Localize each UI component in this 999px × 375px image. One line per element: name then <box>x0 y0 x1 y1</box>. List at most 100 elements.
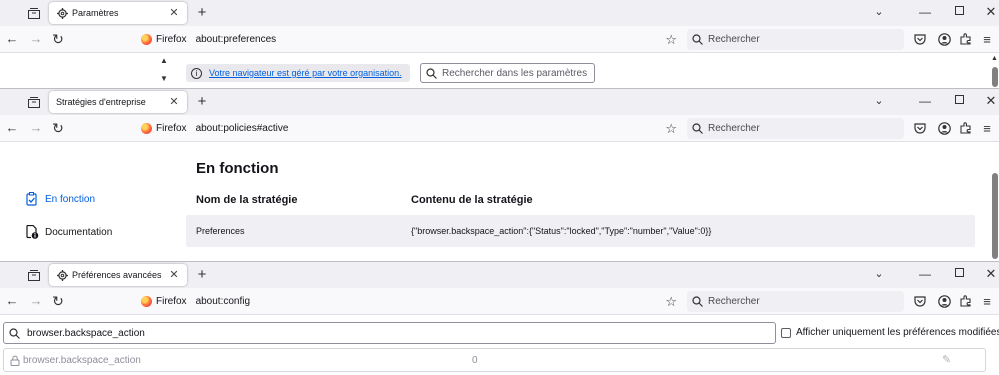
search-icon <box>9 327 20 339</box>
new-tab-button[interactable]: + <box>194 4 210 22</box>
url-bar[interactable]: Firefox about:policies#active ☆ <box>137 118 682 139</box>
url-text[interactable]: about:policies#active <box>196 123 289 134</box>
scroll-down-icon[interactable]: ▼ <box>160 74 168 83</box>
url-bar[interactable]: Firefox about:preferences ☆ <box>137 29 682 50</box>
identity-label: Firefox <box>156 34 187 45</box>
page-scrollbar[interactable]: ▲ <box>990 53 999 88</box>
bookmark-star-icon[interactable]: ☆ <box>665 121 677 137</box>
search-bar[interactable]: Rechercher <box>687 118 904 139</box>
reload-button[interactable]: ↻ <box>50 31 66 47</box>
minimize-button[interactable]: — <box>918 266 932 282</box>
forward-button[interactable]: → <box>28 120 44 136</box>
maximize-button[interactable] <box>952 4 966 20</box>
hamburger-menu-icon[interactable]: ≡ <box>979 31 995 47</box>
back-button[interactable]: ← <box>4 293 20 309</box>
new-tab-button[interactable]: + <box>194 266 210 284</box>
reload-button[interactable]: ↻ <box>50 120 66 136</box>
close-tab-icon[interactable]: ✕ <box>167 6 181 20</box>
config-search-value[interactable]: browser.backspace_action <box>27 328 145 339</box>
search-placeholder: Rechercher <box>708 296 760 307</box>
scroll-up-icon[interactable]: ▲ <box>991 55 998 62</box>
scroll-up-icon[interactable]: ▲ <box>160 56 168 65</box>
managed-policy-link[interactable]: Votre navigateur est géré par votre orga… <box>209 68 402 78</box>
managed-policy-notice: i Votre navigateur est géré par votre or… <box>186 64 410 82</box>
new-tab-button[interactable]: + <box>194 93 210 111</box>
clipboard-check-icon <box>25 192 39 206</box>
bookmark-star-icon[interactable]: ☆ <box>665 32 677 48</box>
account-icon[interactable] <box>936 120 952 136</box>
firefox-logo-icon <box>141 34 152 45</box>
pocket-icon[interactable] <box>912 31 928 47</box>
tab-groups-icon[interactable] <box>24 93 44 111</box>
maximize-button[interactable] <box>952 93 966 109</box>
tab-settings[interactable]: Paramètres ✕ <box>49 2 187 24</box>
extensions-icon[interactable] <box>958 293 974 309</box>
forward-button[interactable]: → <box>28 31 44 47</box>
window-preferences: Paramètres ✕ + ⌄ — ✕ ← → ↻ Firefox about… <box>0 0 999 88</box>
close-tab-icon[interactable]: ✕ <box>167 268 181 282</box>
sidebar-item-documentation[interactable]: Documentation <box>25 225 112 239</box>
sidebar-scrollbar[interactable]: ▲ ▼ <box>157 53 171 88</box>
table-row: browser.backspace_action 0 ✎ <box>3 348 986 372</box>
back-button[interactable]: ← <box>4 120 20 136</box>
sidebar-item-label: Documentation <box>45 226 113 238</box>
tab-enterprise-policies[interactable]: Stratégies d'entreprise ✕ <box>49 91 187 113</box>
search-placeholder: Rechercher <box>708 123 760 134</box>
close-tab-icon[interactable]: ✕ <box>167 95 181 109</box>
policy-content-cell: {"browser.backspace_action":{"Status":"l… <box>411 226 712 236</box>
hamburger-menu-icon[interactable]: ≡ <box>979 120 995 136</box>
hamburger-menu-icon[interactable]: ≡ <box>979 293 995 309</box>
close-window-button[interactable]: ✕ <box>984 93 998 109</box>
account-icon[interactable] <box>936 293 952 309</box>
tab-label: Stratégies d'entreprise <box>56 97 146 107</box>
tab-groups-icon[interactable] <box>24 266 44 284</box>
search-icon <box>426 67 437 79</box>
list-all-tabs-icon[interactable]: ⌄ <box>872 266 886 282</box>
info-icon: i <box>191 67 202 79</box>
checkbox-box[interactable] <box>781 327 791 338</box>
pref-name: browser.backspace_action <box>23 355 141 366</box>
bookmark-star-icon[interactable]: ☆ <box>665 294 677 310</box>
search-bar[interactable]: Rechercher <box>687 291 904 312</box>
window-config: Préférences avancées ✕ + ⌄ — ✕ ← → ↻ Fir… <box>0 261 999 375</box>
list-all-tabs-icon[interactable]: ⌄ <box>872 4 886 20</box>
forward-button[interactable]: → <box>28 293 44 309</box>
nav-bar: ← → ↻ Firefox about:preferences ☆ Recher… <box>0 26 999 53</box>
pref-value: 0 <box>472 355 478 366</box>
page-scrollbar[interactable] <box>990 142 999 261</box>
sidebar-item-active[interactable]: En fonction <box>25 192 95 206</box>
search-placeholder: Rechercher <box>708 34 760 45</box>
tab-label: Préférences avancées <box>72 270 162 280</box>
url-bar[interactable]: Firefox about:config ☆ <box>137 291 682 312</box>
minimize-button[interactable]: — <box>918 93 932 109</box>
tab-bar: Paramètres ✕ + ⌄ — ✕ <box>0 0 999 26</box>
tab-label: Paramètres <box>72 8 119 18</box>
tab-groups-icon[interactable] <box>24 4 44 22</box>
identity-label: Firefox <box>156 123 187 134</box>
scrollbar-thumb[interactable] <box>992 67 998 87</box>
search-icon <box>692 123 703 134</box>
close-window-button[interactable]: ✕ <box>984 4 998 20</box>
config-search-input[interactable]: browser.backspace_action <box>3 322 776 344</box>
gear-icon <box>56 7 68 19</box>
reload-button[interactable]: ↻ <box>50 293 66 309</box>
extensions-icon[interactable] <box>958 31 974 47</box>
pocket-icon[interactable] <box>912 293 928 309</box>
nav-bar: ← → ↻ Firefox about:policies#active ☆ Re… <box>0 115 999 142</box>
list-all-tabs-icon[interactable]: ⌄ <box>872 93 886 109</box>
url-text[interactable]: about:config <box>196 296 251 307</box>
url-text[interactable]: about:preferences <box>196 34 277 45</box>
search-bar[interactable]: Rechercher <box>687 29 904 50</box>
scrollbar-thumb[interactable] <box>992 173 998 259</box>
preferences-search-input[interactable]: Rechercher dans les paramètres <box>420 63 595 83</box>
policies-content: En fonction En fonction Documentation No… <box>0 142 999 261</box>
maximize-button[interactable] <box>952 266 966 282</box>
extensions-icon[interactable] <box>958 120 974 136</box>
account-icon[interactable] <box>936 31 952 47</box>
tab-advanced-preferences[interactable]: Préférences avancées ✕ <box>49 264 187 286</box>
close-window-button[interactable]: ✕ <box>984 266 998 282</box>
back-button[interactable]: ← <box>4 31 20 47</box>
pocket-icon[interactable] <box>912 120 928 136</box>
minimize-button[interactable]: — <box>918 4 932 20</box>
show-modified-only-checkbox[interactable]: Afficher uniquement les préférences modi… <box>781 327 999 338</box>
